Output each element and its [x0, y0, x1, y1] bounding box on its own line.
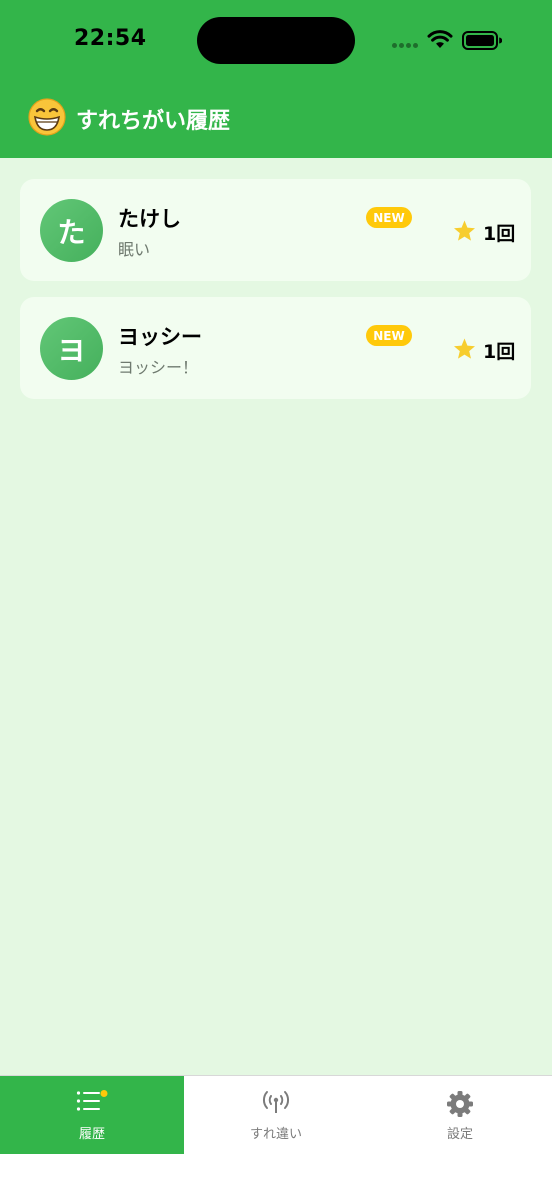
user-name: たけし — [118, 207, 181, 231]
gear-icon — [447, 1091, 473, 1117]
battery-icon — [462, 31, 502, 50]
star-icon — [454, 338, 475, 359]
list-icon — [76, 1090, 108, 1111]
page-title: すれちがい履歴 — [76, 109, 231, 134]
avatar: た — [40, 199, 103, 262]
tab-encounter[interactable]: すれ違い — [184, 1076, 368, 1154]
tab-label: 履歴 — [78, 1127, 105, 1142]
antenna-icon — [263, 1091, 289, 1113]
wifi-icon — [427, 30, 453, 48]
encounter-count: 1回 — [483, 341, 516, 363]
user-message: 眠い — [118, 240, 151, 259]
tab-settings[interactable]: 設定 — [368, 1076, 552, 1154]
dynamic-island — [197, 17, 355, 64]
new-badge: NEW — [366, 325, 412, 346]
tab-history[interactable]: 履歴 — [0, 1076, 184, 1154]
new-badge: NEW — [366, 207, 412, 228]
encounter-count: 1回 — [483, 223, 516, 245]
user-name: ヨッシー — [118, 325, 202, 349]
avatar: ヨ — [40, 317, 103, 380]
user-message: ヨッシー！ — [118, 358, 199, 377]
tab-bar: 履歴 すれ違い 設定 — [0, 1075, 552, 1201]
tab-label: 設定 — [446, 1127, 473, 1142]
tab-label: すれ違い — [249, 1127, 302, 1142]
cellular-signal-icon — [392, 43, 418, 49]
list-item[interactable]: た たけし 眠い NEW 1回 — [20, 179, 531, 281]
status-time: 22:54 — [74, 26, 147, 51]
app-header: 22:54 すれちがい履歴 — [0, 0, 552, 158]
grinning-face-icon — [28, 98, 66, 136]
star-icon — [454, 220, 475, 241]
list-item[interactable]: ヨ ヨッシー ヨッシー！ NEW 1回 — [20, 297, 531, 399]
